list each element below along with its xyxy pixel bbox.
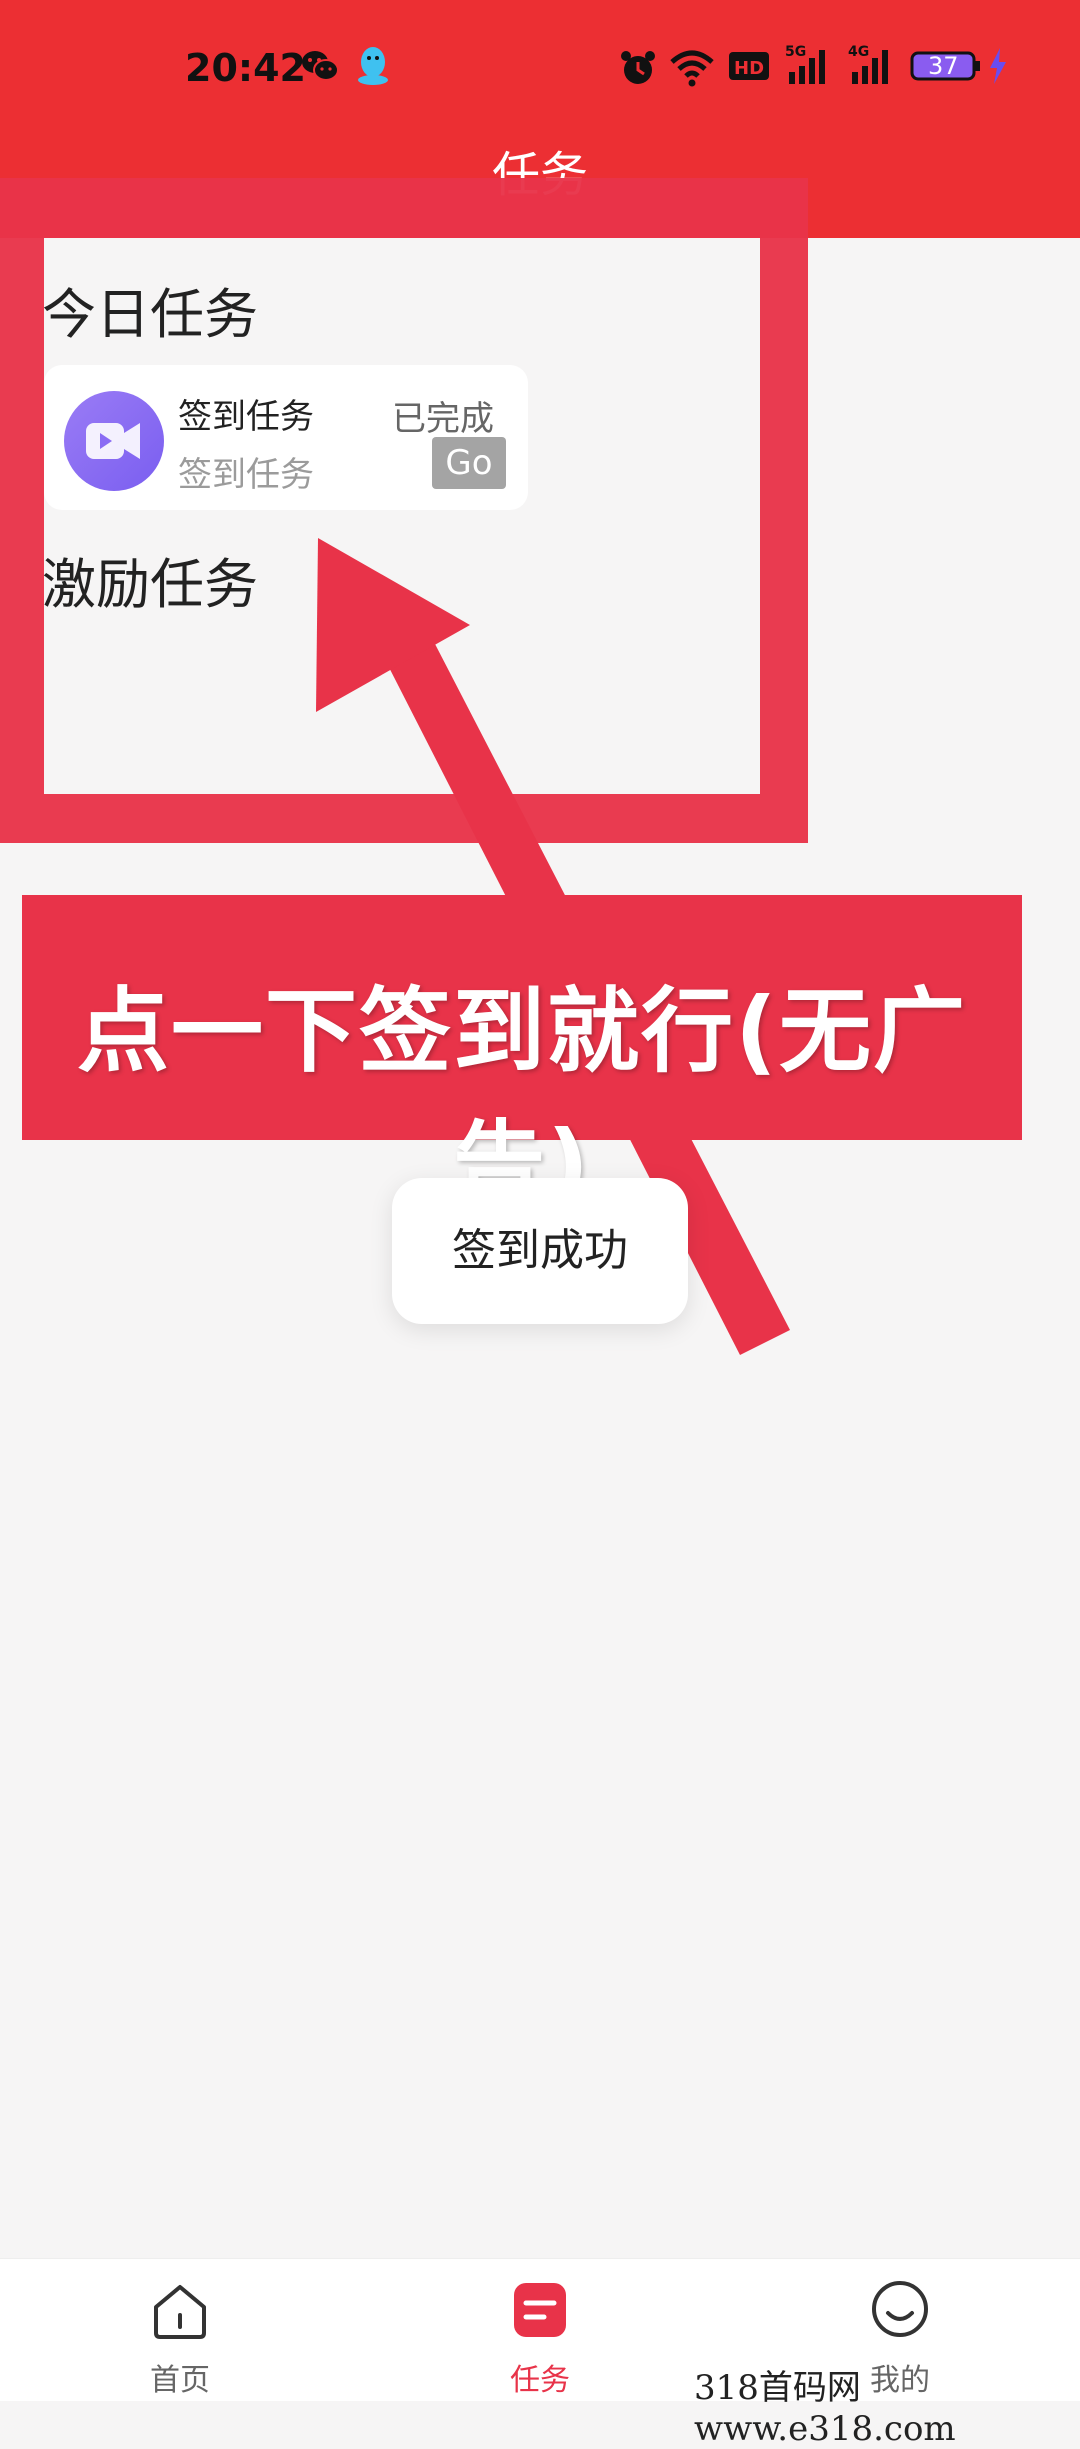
success-toast: 签到成功 — [392, 1178, 688, 1324]
home-icon — [154, 2285, 206, 2339]
video-icon — [64, 391, 164, 491]
svg-text:5G: 5G — [785, 44, 806, 60]
annotation-banner: 点一下签到就行(无广告) — [22, 895, 1022, 1218]
status-bar: 20:42 HD 5G 4G 37 — [0, 0, 1080, 140]
nav-home-label: 首页 — [150, 2363, 210, 2398]
task-subtitle: 签到任务 — [178, 455, 314, 495]
wifi-icon — [670, 50, 714, 87]
checkin-task-card[interactable]: 签到任务 签到任务 已完成 Go — [44, 365, 528, 510]
wechat-icon — [302, 51, 339, 81]
signal-5g-icon: 5G — [785, 44, 825, 84]
nav-home[interactable]: 首页 — [80, 2259, 280, 2401]
qq-icon — [358, 47, 388, 85]
svg-text:HD: HD — [734, 58, 764, 79]
top-header: 20:42 HD 5G 4G 37 任务 — [0, 0, 1080, 238]
task-status: 已完成 — [392, 399, 494, 439]
watermark-text: 318首码网 www.e318.com — [694, 2368, 956, 2449]
nav-task[interactable]: 任务 — [440, 2259, 640, 2401]
status-time: 20:42 — [185, 46, 306, 90]
task-title: 签到任务 — [178, 397, 314, 437]
task-icon — [514, 2283, 566, 2337]
battery-level: 37 — [928, 52, 959, 80]
charging-icon — [990, 48, 1006, 84]
today-task-title: 今日任务 — [42, 283, 258, 346]
incentive-task-title: 激励任务 — [42, 553, 258, 616]
profile-icon — [872, 2281, 928, 2337]
alarm-icon — [621, 51, 655, 84]
page-title: 任务 — [491, 147, 588, 203]
nav-task-label: 任务 — [510, 2363, 570, 2398]
hd-icon: HD — [729, 52, 769, 80]
go-button[interactable]: Go — [432, 437, 506, 489]
signal-4g-icon: 4G — [848, 44, 888, 84]
svg-text:4G: 4G — [848, 44, 869, 60]
